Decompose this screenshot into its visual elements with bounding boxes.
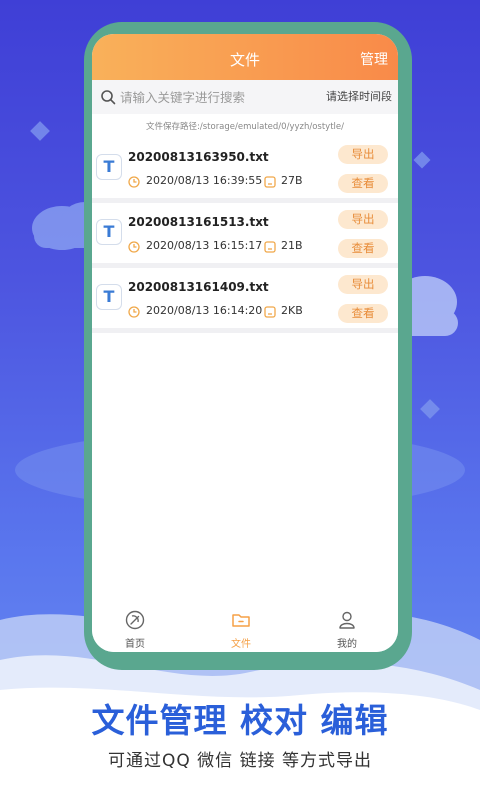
- text-file-icon: T: [96, 284, 122, 310]
- promo-subtitle: 可通过QQ 微信 链接 等方式导出: [108, 751, 372, 771]
- promo-headline: 文件管理 校对 编辑: [91, 701, 389, 740]
- manage-button[interactable]: 管理: [360, 34, 388, 80]
- file-size-icon: [264, 306, 276, 318]
- search-input[interactable]: [120, 85, 300, 109]
- phone-screen: 文件 管理 请选择时间段 文件保存路径:/storage/emulated/0/…: [92, 34, 398, 652]
- app-header: 文件 管理: [92, 34, 398, 80]
- file-size: 2KB: [281, 304, 303, 317]
- file-size-icon: [264, 176, 276, 188]
- text-file-icon: T: [96, 154, 122, 180]
- file-size: 21B: [281, 239, 303, 252]
- nav-label: 我的: [337, 639, 357, 650]
- person-icon: [339, 611, 355, 629]
- search-bar: 请选择时间段: [92, 80, 398, 114]
- search-icon: [101, 90, 116, 105]
- text-file-icon: T: [96, 219, 122, 245]
- export-button[interactable]: 导出: [338, 145, 388, 164]
- file-name: 20200813163950.txt: [128, 150, 269, 164]
- file-size: 27B: [281, 174, 303, 187]
- view-button[interactable]: 查看: [338, 174, 388, 193]
- file-name: 20200813161513.txt: [128, 215, 269, 229]
- nav-profile[interactable]: 我的: [312, 606, 382, 652]
- list-item[interactable]: T 20200813161513.txt 2020/08/13 16:15:17…: [92, 203, 398, 268]
- export-button[interactable]: 导出: [338, 210, 388, 229]
- time-filter-select[interactable]: 请选择时间段: [326, 80, 392, 114]
- nav-label: 首页: [125, 639, 145, 650]
- file-date: 2020/08/13 16:39:55: [146, 174, 263, 187]
- nav-files[interactable]: 文件: [206, 606, 276, 652]
- file-date: 2020/08/13 16:14:20: [146, 304, 263, 317]
- clock-icon: [128, 176, 140, 188]
- page-title: 文件: [229, 51, 260, 69]
- file-size-icon: [264, 241, 276, 253]
- file-name: 20200813161409.txt: [128, 280, 269, 294]
- nav-label: 文件: [231, 639, 251, 650]
- home-icon: [125, 610, 145, 630]
- folder-icon: [232, 614, 250, 627]
- view-button[interactable]: 查看: [338, 239, 388, 258]
- list-item[interactable]: T 20200813163950.txt 2020/08/13 16:39:55…: [92, 138, 398, 203]
- file-date: 2020/08/13 16:15:17: [146, 239, 263, 252]
- clock-icon: [128, 306, 140, 318]
- nav-home[interactable]: 首页: [100, 606, 170, 652]
- save-path-text: 文件保存路径:/storage/emulated/0/yyzh/ostytle/: [146, 122, 344, 132]
- export-button[interactable]: 导出: [338, 275, 388, 294]
- clock-icon: [128, 241, 140, 253]
- bottom-nav: 首页 文件 我的: [92, 606, 398, 652]
- file-list: T 20200813163950.txt 2020/08/13 16:39:55…: [92, 138, 398, 333]
- list-item[interactable]: T 20200813161409.txt 2020/08/13 16:14:20…: [92, 268, 398, 333]
- view-button[interactable]: 查看: [338, 304, 388, 323]
